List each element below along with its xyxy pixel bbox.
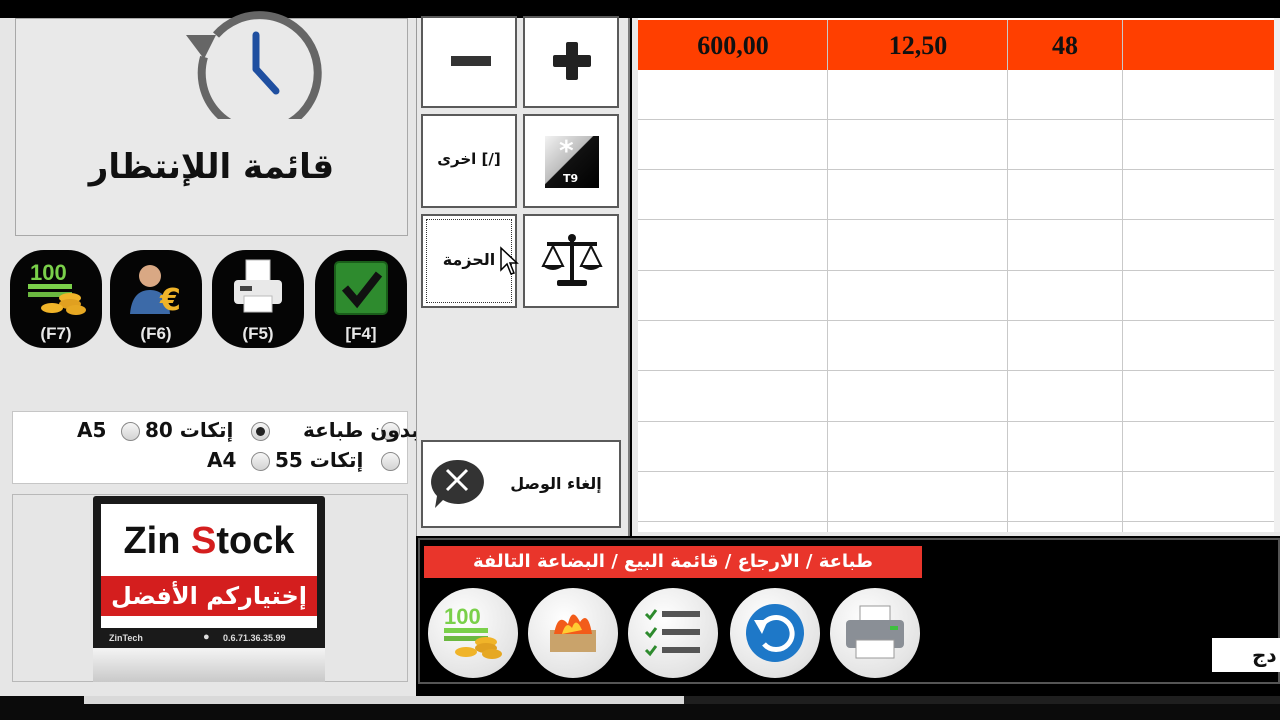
- minus-button[interactable]: [421, 16, 517, 108]
- brand-name: Zin Stock: [123, 520, 295, 562]
- print-f5-button[interactable]: (F5): [212, 250, 304, 348]
- print-format-options: بدون طباعة إتكات 80 A5 إتكات 55 A4: [12, 411, 419, 484]
- t9-button[interactable]: * T9: [523, 114, 619, 208]
- f6-key-label: (F6): [140, 324, 172, 343]
- other-button-label: اخرى [/]: [437, 150, 501, 168]
- checkmark-icon: [334, 261, 388, 315]
- option-a5-label: A5: [77, 418, 107, 442]
- product-cell: [1122, 20, 1280, 70]
- sales-grid[interactable]: 600,00 12,50 48: [638, 18, 1280, 532]
- f4-key-label: [F4]: [345, 324, 377, 343]
- radio-ticket-80[interactable]: [251, 422, 270, 441]
- waiting-list-button[interactable]: قائمة اللإنتظار: [15, 11, 408, 236]
- radio-a4[interactable]: [251, 452, 270, 471]
- svg-text:€: €: [159, 283, 181, 318]
- unit-price-cell: 12,50: [888, 31, 948, 60]
- option-ticket-80-label: إتكات 80: [145, 418, 234, 442]
- keypad-panel: اخرى [/] * T9 الحزمة إلغاء الوصل: [416, 16, 630, 536]
- sales-grid-panel: 600,00 12,50 48: [632, 18, 1280, 536]
- svg-text:100: 100: [30, 260, 67, 285]
- monitor-bezel: ZinTech ● 0.6.71.36.35.99: [93, 630, 325, 648]
- apple-icon: ●: [203, 631, 210, 643]
- cash-action-button[interactable]: 100: [428, 588, 518, 678]
- quantity-cell: 48: [1052, 31, 1078, 60]
- money-coins-icon: 100: [28, 260, 86, 315]
- return-icon: [746, 604, 804, 662]
- t9-keyboard-icon: * T9: [545, 134, 599, 188]
- left-panel: قائمة اللإنتظار 100 (F7) € (F6) (F5) [F4…: [0, 11, 419, 696]
- history-clock-icon: [186, 11, 322, 119]
- actions-panel: طباعة / الارجاع / قائمة البيع / البضاعة …: [418, 538, 1280, 684]
- waiting-list-label: قائمة اللإنتظار: [88, 147, 335, 187]
- brand-slogan: إختياركم الأفضل: [101, 576, 317, 616]
- radio-a5[interactable]: [121, 422, 140, 441]
- print-button[interactable]: [830, 588, 920, 678]
- currency-field: دج: [1212, 638, 1280, 672]
- minus-icon: [451, 56, 491, 66]
- damaged-goods-fire-icon: [550, 614, 596, 652]
- option-no-print-label: بدون طباعة: [303, 418, 419, 442]
- scale-button[interactable]: [523, 214, 619, 308]
- grid-total-row: 600,00 12,50 48: [638, 20, 1280, 70]
- svg-text:100: 100: [444, 604, 481, 629]
- printer-icon: [846, 605, 904, 659]
- damaged-goods-button[interactable]: [528, 588, 618, 678]
- other-button[interactable]: اخرى [/]: [421, 114, 517, 208]
- f5-key-label: (F5): [242, 324, 274, 343]
- checklist-icon: [644, 609, 700, 657]
- horizontal-scrollbar[interactable]: [0, 696, 1280, 720]
- grid-scrollbar[interactable]: [1274, 18, 1280, 532]
- disconnect-label: إلغاء الوصل: [510, 474, 602, 493]
- company-phone: 0.6.71.36.35.99: [223, 633, 286, 643]
- return-button[interactable]: [730, 588, 820, 678]
- t9-label: T9: [563, 172, 579, 185]
- scale-icon: [541, 234, 603, 286]
- fax-print-icon: [234, 259, 282, 313]
- plus-button[interactable]: [523, 16, 619, 108]
- monitor-stand: [93, 648, 325, 682]
- disconnect-button[interactable]: إلغاء الوصل: [421, 440, 621, 528]
- plus-icon: [553, 42, 591, 80]
- bundle-button[interactable]: الحزمة: [421, 214, 519, 308]
- company-name: ZinTech: [109, 633, 143, 643]
- customer-f6-button[interactable]: € (F6): [110, 250, 202, 348]
- option-ticket-55-label: إتكات 55: [275, 448, 364, 472]
- cash-f7-button[interactable]: 100 (F7): [10, 250, 102, 348]
- radio-ticket-55[interactable]: [381, 452, 400, 471]
- monitor-logo: Zin Stock إختياركم الأفضل: [93, 496, 325, 646]
- f7-key-label: (F7): [40, 324, 72, 343]
- actions-title: طباعة / الارجاع / قائمة البيع / البضاعة …: [424, 546, 922, 578]
- brand-logo-area: Zin Stock إختياركم الأفضل ZinTech ● 0.6.…: [12, 494, 408, 682]
- mouse-cursor-icon: [500, 246, 519, 275]
- total-amount-cell: 600,00: [697, 31, 769, 60]
- user-euro-icon: €: [130, 265, 181, 318]
- option-a4-label: A4: [207, 448, 237, 472]
- money-coins-icon: 100: [444, 604, 502, 659]
- validate-f4-button[interactable]: [F4]: [315, 250, 407, 348]
- close-bubble-icon: [431, 459, 484, 508]
- sales-list-button[interactable]: [628, 588, 718, 678]
